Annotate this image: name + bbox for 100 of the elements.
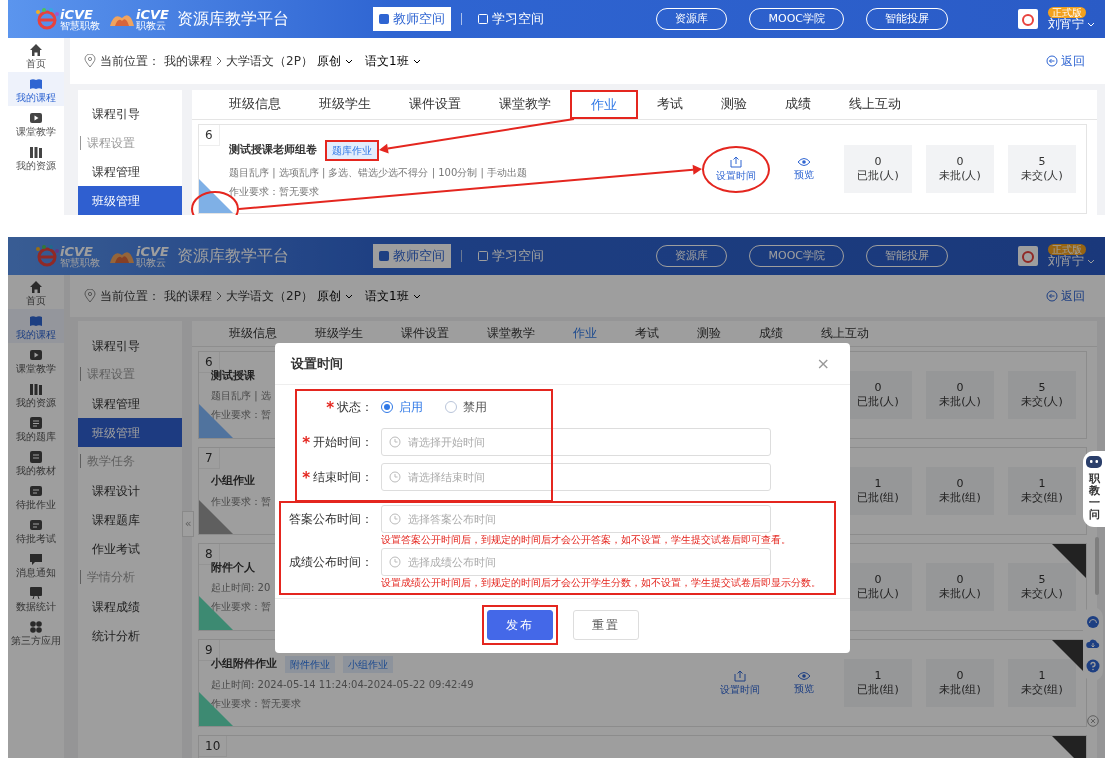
back-link[interactable]: 返回 bbox=[1040, 286, 1091, 306]
book-icon bbox=[29, 77, 43, 91]
tab[interactable]: 成绩 bbox=[766, 90, 830, 119]
avatar-icon[interactable] bbox=[1018, 246, 1038, 266]
preview-button[interactable]: 预览 bbox=[784, 666, 824, 700]
rail-item[interactable]: 待批考试 bbox=[8, 513, 64, 547]
reset-button[interactable]: 重置 bbox=[572, 610, 639, 640]
avatar-icon[interactable] bbox=[1018, 9, 1038, 29]
breadcrumb-link[interactable]: 我的课程 bbox=[164, 52, 212, 70]
tab[interactable]: 考试 bbox=[638, 90, 702, 119]
stat-label: 未批(组) bbox=[939, 683, 981, 697]
close-icon[interactable] bbox=[1087, 715, 1099, 727]
menu-item[interactable]: 课程引导 bbox=[78, 331, 182, 360]
rail-item[interactable]: 课堂教学 bbox=[8, 343, 64, 377]
time-picker-field[interactable]: 选择成绩公布时间 bbox=[381, 548, 771, 576]
menu-item[interactable]: 作业考试 bbox=[78, 534, 182, 563]
tab[interactable]: 班级信息 bbox=[210, 321, 296, 346]
chevron-icon bbox=[216, 291, 222, 301]
version-badge: 正式版 bbox=[1048, 6, 1086, 18]
cloud-download-icon[interactable] bbox=[1086, 637, 1100, 651]
tab[interactable]: 班级学生 bbox=[296, 321, 382, 346]
breadcrumb-label: 当前位置： bbox=[100, 288, 160, 305]
set-time-button[interactable]: 设置时间 bbox=[702, 145, 770, 193]
assistant-widget[interactable]: 职教一问 bbox=[1083, 451, 1105, 528]
menu-item[interactable]: 课程管理 bbox=[78, 389, 182, 418]
assignment-requirement: 作业要求：暂 bbox=[211, 494, 271, 509]
rail-item[interactable]: 首页 bbox=[8, 275, 64, 309]
rail-item[interactable]: 消息通知 bbox=[8, 547, 64, 581]
class-dropdown[interactable]: 语文1班 bbox=[364, 287, 421, 305]
bars-icon bbox=[29, 145, 43, 159]
back-link[interactable]: 返回 bbox=[1040, 51, 1091, 71]
rail-item[interactable]: 我的课程 bbox=[8, 309, 64, 343]
rail-item[interactable]: 我的教材 bbox=[8, 445, 64, 479]
tab[interactable]: 线上互动 bbox=[802, 321, 888, 346]
rail-item[interactable]: 我的题库 bbox=[8, 411, 64, 445]
menu-item[interactable]: 统计分析 bbox=[78, 621, 182, 650]
tab[interactable]: 线上互动 bbox=[830, 90, 920, 119]
eye-icon bbox=[797, 156, 811, 167]
rail-item[interactable]: 第三方应用 bbox=[8, 615, 64, 649]
space-tab[interactable]: 教师空间 bbox=[373, 244, 452, 268]
stat-label: 未交(组) bbox=[1021, 683, 1063, 697]
rail-item[interactable]: 课堂教学 bbox=[8, 106, 64, 140]
space-tab[interactable]: 学习空间 bbox=[472, 7, 551, 31]
tab[interactable]: 课堂教学 bbox=[468, 321, 554, 346]
stat-value: 0 bbox=[956, 669, 964, 683]
menu-item[interactable]: 课程设计 bbox=[78, 476, 182, 505]
list-icon bbox=[29, 450, 43, 464]
breadcrumb-link[interactable]: 我的课程 bbox=[164, 287, 212, 305]
tab[interactable]: 成绩 bbox=[740, 321, 802, 346]
menu-item[interactable]: 课程管理 bbox=[78, 157, 182, 187]
help-icon[interactable] bbox=[1086, 659, 1100, 673]
list-icon bbox=[29, 416, 43, 430]
time-picker-field[interactable]: 请选择结束时间 bbox=[381, 463, 771, 491]
publish-button[interactable]: 发布 bbox=[486, 610, 553, 640]
radio-option[interactable]: 禁用 bbox=[445, 398, 487, 416]
set-time-button[interactable]: 设置时间 bbox=[710, 665, 770, 701]
upload-box-icon bbox=[730, 155, 742, 168]
menu-item[interactable]: 班级管理 bbox=[78, 186, 182, 215]
time-picker-field[interactable]: 选择答案公布时间 bbox=[381, 505, 771, 533]
menu-item[interactable]: 课程题库 bbox=[78, 505, 182, 534]
stat-label: 未批(人) bbox=[939, 587, 981, 601]
item-number: 10 bbox=[199, 736, 228, 757]
rail-item[interactable]: 首页 bbox=[8, 38, 64, 72]
rail-item[interactable]: 待批作业 bbox=[8, 479, 64, 513]
assignment-settings-text: 起止时间: 20 bbox=[211, 581, 271, 596]
tab[interactable]: 课件设置 bbox=[390, 90, 480, 119]
user-menu[interactable]: 刘宵宁 bbox=[1048, 17, 1095, 32]
rail-item[interactable]: 数据统计 bbox=[8, 581, 64, 615]
tab[interactable]: 班级学生 bbox=[300, 90, 390, 119]
rail-item[interactable]: 我的课程 bbox=[8, 72, 64, 106]
field-label: * 开始时间： bbox=[301, 432, 374, 454]
rail-item[interactable]: 我的资源 bbox=[8, 377, 64, 411]
course-type-dropdown[interactable]: 原创 bbox=[316, 287, 353, 305]
menu-item[interactable]: 班级管理 bbox=[78, 418, 182, 447]
menu-item[interactable]: 课程引导 bbox=[78, 100, 182, 129]
menu-item[interactable]: 课程成绩 bbox=[78, 592, 182, 621]
tab[interactable]: 课件设置 bbox=[382, 321, 468, 346]
tab[interactable]: 班级信息 bbox=[210, 90, 300, 119]
caret-icon bbox=[344, 57, 353, 65]
space-tab[interactable]: 教师空间 bbox=[373, 7, 452, 31]
tab[interactable]: 测验 bbox=[678, 321, 740, 346]
space-tab[interactable]: 学习空间 bbox=[472, 244, 551, 268]
preview-button[interactable]: 预览 bbox=[784, 152, 824, 186]
stat-value: 5 bbox=[1038, 155, 1046, 169]
tab[interactable]: 测验 bbox=[702, 90, 766, 119]
caret-icon bbox=[412, 57, 421, 65]
tab[interactable]: 课堂教学 bbox=[480, 90, 570, 119]
radio-option[interactable]: 启用 bbox=[381, 398, 423, 416]
field-label: * 状态： bbox=[325, 397, 374, 419]
caret-icon bbox=[1087, 21, 1095, 28]
tab[interactable]: 考试 bbox=[616, 321, 678, 346]
stat-value: 1 bbox=[1038, 669, 1046, 683]
clock-icon bbox=[389, 471, 401, 483]
tab[interactable]: 作业 bbox=[570, 90, 638, 119]
rail-item[interactable]: 我的资源 bbox=[8, 140, 64, 174]
user-menu[interactable]: 刘宵宁 bbox=[1048, 254, 1095, 269]
time-picker-field[interactable]: 请选择开始时间 bbox=[381, 428, 771, 456]
course-type-dropdown[interactable]: 原创 bbox=[316, 52, 353, 70]
class-dropdown[interactable]: 语文1班 bbox=[364, 52, 421, 70]
platform-title: 资源库教学平台 bbox=[176, 245, 289, 267]
